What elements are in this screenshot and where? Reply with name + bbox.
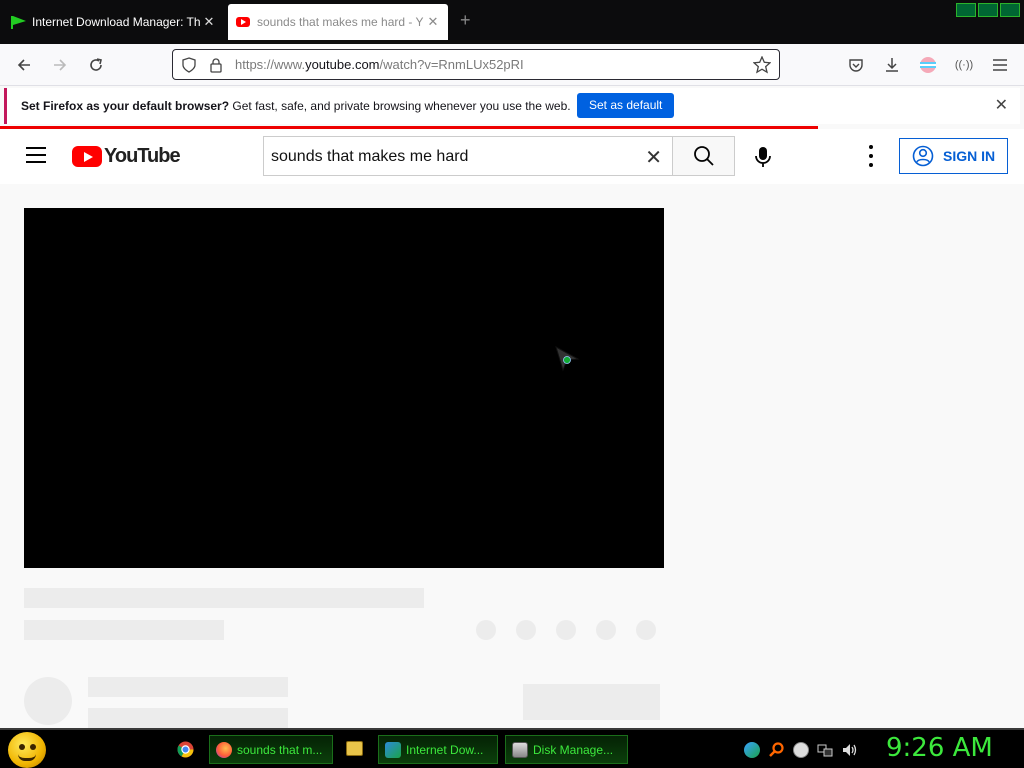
mouse-cursor-icon xyxy=(555,345,580,372)
action-placeholder xyxy=(636,620,656,640)
volume-icon[interactable] xyxy=(841,742,857,758)
new-tab-plus-icon[interactable]: + xyxy=(460,10,471,31)
channel-avatar-placeholder xyxy=(24,677,72,725)
network-connection-icon[interactable] xyxy=(817,742,833,758)
guide-menu-icon[interactable] xyxy=(26,147,46,163)
taskbar-item-firefox[interactable]: sounds that m... xyxy=(209,735,333,764)
chrome-icon[interactable] xyxy=(177,741,194,758)
search-icon xyxy=(693,146,714,166)
action-placeholder xyxy=(556,620,576,640)
menu-hamburger-icon[interactable] xyxy=(988,53,1012,77)
account-circle-icon xyxy=(912,145,934,167)
status-tray-icon[interactable] xyxy=(793,742,809,758)
pocket-icon[interactable] xyxy=(844,53,868,77)
search-query-text[interactable]: sounds that makes me hard xyxy=(271,148,468,166)
url-text[interactable]: https://www.youtube.com/watch?v=RnmLUx52… xyxy=(235,57,524,72)
extension-icon[interactable]: ((·)) xyxy=(952,53,976,77)
sign-in-label: SIGN IN xyxy=(943,148,996,164)
title-placeholder xyxy=(24,588,424,608)
account-avatar-icon[interactable] xyxy=(916,53,940,77)
youtube-favicon-icon xyxy=(236,17,250,27)
address-bar[interactable]: https://www.youtube.com/watch?v=RnmLUx52… xyxy=(172,49,780,80)
taskbar-clock[interactable]: 9:26 AM xyxy=(886,733,993,763)
youtube-wordmark: YouTube xyxy=(104,145,181,167)
action-placeholder xyxy=(476,620,496,640)
reload-icon[interactable] xyxy=(84,53,108,77)
tab-close-icon[interactable]: ✕ xyxy=(426,14,440,30)
set-as-default-button[interactable]: Set as default xyxy=(577,93,675,118)
tab-close-icon[interactable]: ✕ xyxy=(202,14,216,30)
search-input[interactable]: sounds that makes me hard ✕ xyxy=(263,136,672,176)
action-placeholder xyxy=(596,620,616,640)
clear-search-icon[interactable]: ✕ xyxy=(645,145,662,170)
download-icon[interactable] xyxy=(880,53,904,77)
taskbar-item-label: Disk Manage... xyxy=(533,742,614,757)
search-tray-icon[interactable] xyxy=(768,742,784,758)
youtube-header: YouTube sounds that makes me hard ✕ SIGN… xyxy=(0,129,1024,184)
youtube-logo[interactable]: YouTube xyxy=(72,145,181,168)
forward-arrow-icon[interactable] xyxy=(48,53,72,77)
subscribe-button-placeholder xyxy=(523,684,660,720)
navigation-toolbar: https://www.youtube.com/watch?v=RnmLUx52… xyxy=(0,44,1024,86)
taskbar-item-label: Internet Dow... xyxy=(406,742,484,757)
disk-icon xyxy=(512,741,528,758)
network-globe-icon[interactable] xyxy=(744,742,760,758)
bookmark-star-icon[interactable] xyxy=(753,56,771,74)
tab-title: sounds that makes me hard - Y xyxy=(257,15,424,29)
tab-internet-download-manager[interactable]: Internet Download Manager: Th ✕ xyxy=(0,4,224,40)
firefox-icon xyxy=(216,741,232,758)
lock-icon[interactable] xyxy=(209,57,223,73)
taskbar-item-label: sounds that m... xyxy=(237,742,323,757)
channel-name-placeholder xyxy=(88,677,288,697)
back-arrow-icon[interactable] xyxy=(12,53,36,77)
file-explorer-folder-icon[interactable] xyxy=(346,741,363,756)
green-flag-icon xyxy=(11,16,26,29)
settings-kebab-icon[interactable] xyxy=(862,145,880,167)
notification-message: Set Firefox as your default browser? Get… xyxy=(21,99,571,113)
shield-icon[interactable] xyxy=(181,57,197,73)
subscriber-count-placeholder xyxy=(88,708,288,728)
idm-icon xyxy=(385,741,401,758)
action-placeholder xyxy=(516,620,536,640)
start-button-smiley-icon[interactable] xyxy=(8,732,46,768)
minimize-button[interactable] xyxy=(956,3,976,17)
default-browser-notification: Set Firefox as your default browser? Get… xyxy=(4,88,1020,124)
search-button[interactable] xyxy=(672,136,735,176)
browser-tab-strip: Internet Download Manager: Th ✕ sounds t… xyxy=(0,0,1024,44)
close-icon[interactable]: ✕ xyxy=(995,95,1008,115)
youtube-play-logo-icon xyxy=(72,146,102,167)
views-placeholder xyxy=(24,620,224,640)
tab-title: Internet Download Manager: Th xyxy=(32,15,200,29)
sign-in-button[interactable]: SIGN IN xyxy=(899,138,1008,174)
maximize-button[interactable] xyxy=(978,3,998,17)
taskbar-item-internet-download-manager[interactable]: Internet Dow... xyxy=(378,735,498,764)
window-controls[interactable] xyxy=(956,3,1020,17)
taskbar-item-disk-management[interactable]: Disk Manage... xyxy=(505,735,628,764)
windows-taskbar: sounds that m... Internet Dow... Disk Ma… xyxy=(0,728,1024,768)
tab-youtube-video[interactable]: sounds that makes me hard - Y ✕ xyxy=(228,4,448,40)
voice-search-mic-icon[interactable] xyxy=(746,140,780,174)
video-player[interactable] xyxy=(24,208,664,568)
close-window-button[interactable] xyxy=(1000,3,1020,17)
